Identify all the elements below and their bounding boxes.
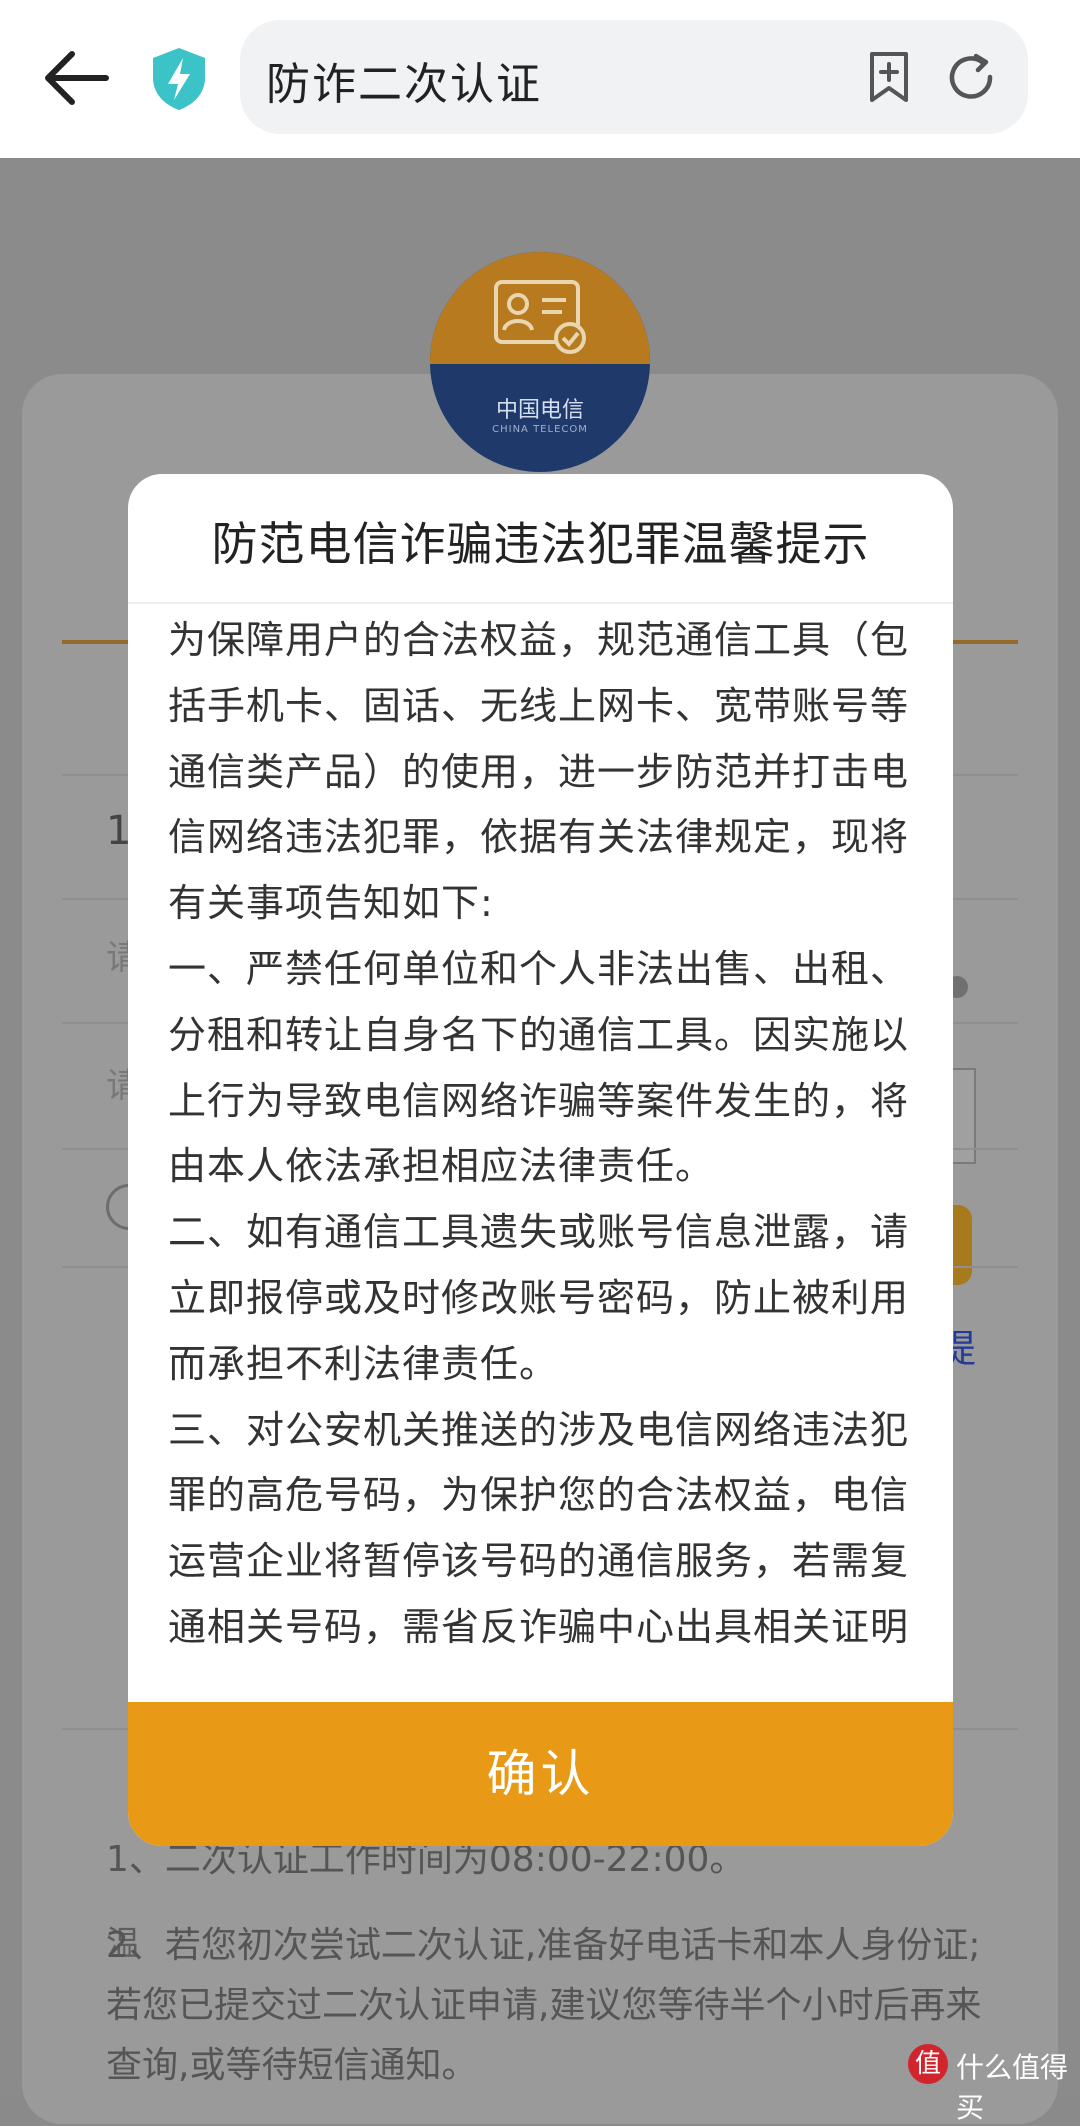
notice-paragraph-intro: 为保障用户的合法权益，规范通信工具（包括手机卡、固话、无线上网卡、宽带账号等通信… [168, 618, 910, 926]
security-shield-icon[interactable] [150, 46, 208, 112]
add-bookmark-icon[interactable] [864, 50, 914, 104]
confirm-button[interactable]: 确认 [128, 1702, 953, 1846]
logo-brand-en: CHINA TELECOM [492, 424, 588, 435]
browser-toolbar: 防诈二次认证 [0, 0, 1080, 158]
notice-paragraph-2: 二、如有通信工具遗失或账号信息泄露，请立即报停或及时修改账号密码，防止被利用而承… [168, 1210, 910, 1386]
watermark-logo-icon: 值 [908, 2044, 948, 2084]
dialog-content[interactable]: 为保障用户的合法权益，规范通信工具（包括手机卡、固话、无线上网卡、宽带账号等通信… [168, 608, 928, 1666]
anti-fraud-notice-dialog: 防范电信诈骗违法犯罪温馨提示 为保障用户的合法权益，规范通信工具（包括手机卡、固… [128, 474, 953, 1846]
reload-icon[interactable] [944, 50, 998, 104]
dialog-title: 防范电信诈骗违法犯罪温馨提示 [211, 517, 870, 571]
tip-2: 2、若您初次尝试二次认证,准备好电话卡和本人身份证;若您已提交过二次认证申请,建… [106, 1925, 982, 2086]
logo-brand-cn: 中国电信 [495, 398, 584, 423]
china-telecom-logo: 中国电信 CHINA TELECOM [430, 252, 650, 472]
dialog-divider [128, 602, 953, 604]
page-title: 防诈二次认证 [266, 59, 542, 110]
notice-paragraph-3: 三、对公安机关推送的涉及电信网络违法犯罪的高危号码，为保护您的合法权益，电信运营… [168, 1407, 910, 1649]
notice-paragraph-1: 一、严禁任何单位和个人非法出售、出租、分租和转让自身名下的通信工具。因实施以上行… [168, 946, 910, 1189]
back-arrow-icon[interactable] [42, 46, 112, 110]
smzdm-watermark: 值 什么值得买 [908, 2044, 1078, 2124]
watermark-text: 什么值得买 [956, 2051, 1069, 2124]
address-bar[interactable]: 防诈二次认证 [240, 20, 1028, 134]
id-card-icon [494, 280, 586, 354]
